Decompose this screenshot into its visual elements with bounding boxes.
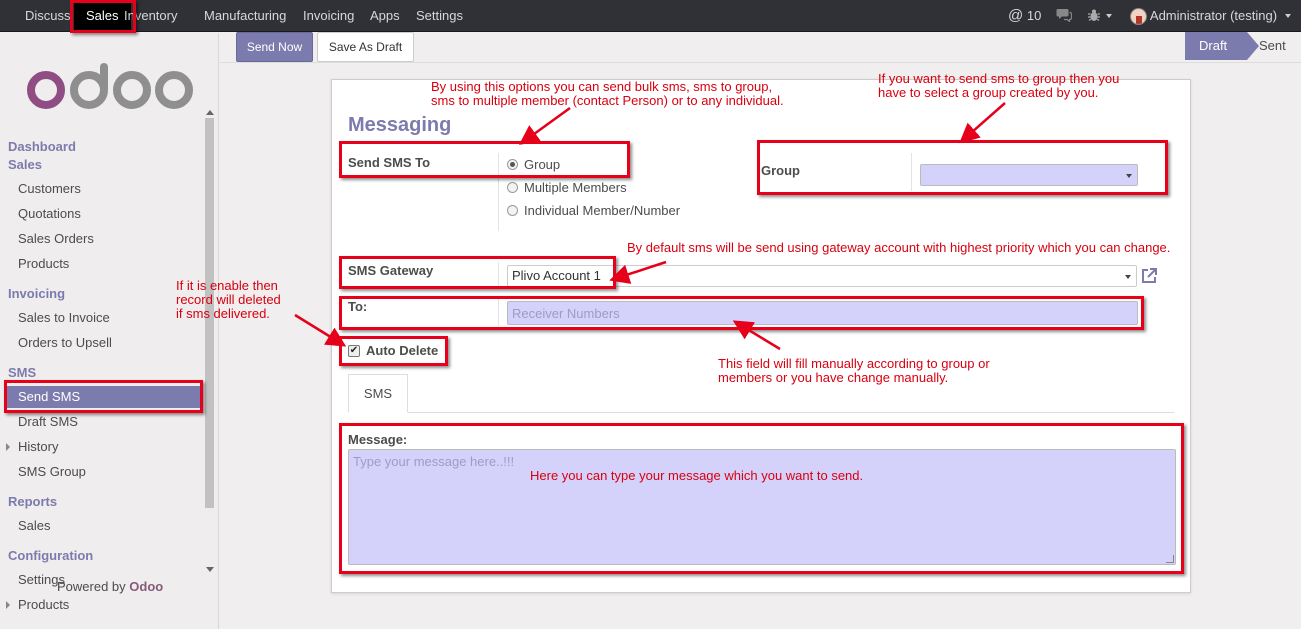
control-panel-divider — [220, 62, 1301, 63]
sidebar-item-reports-sales[interactable]: Sales — [18, 518, 51, 533]
odoo-logo — [26, 61, 194, 114]
debug-icon[interactable] — [1088, 0, 1112, 32]
radio-label-individual: Individual Member/Number — [524, 203, 681, 218]
menu-invoicing[interactable]: Invoicing — [303, 0, 354, 32]
form-title: Messaging — [348, 114, 452, 136]
note-delete-line3: if sms delivered. — [176, 306, 270, 321]
highlight-gateway — [339, 256, 616, 289]
user-menu[interactable]: Administrator (testing) — [1130, 0, 1291, 32]
sidebar-item-sms-group[interactable]: SMS Group — [18, 464, 86, 479]
scroll-up-icon[interactable] — [206, 110, 214, 115]
sidebar-item-quotations[interactable]: Quotations — [18, 206, 81, 221]
radio-multiple-members[interactable]: Multiple Members — [507, 180, 627, 195]
sidebar-item-sales-to-invoice[interactable]: Sales to Invoice — [18, 310, 110, 325]
sidebar-item-config-products[interactable]: Products — [18, 597, 69, 612]
mentions-indicator[interactable]: @ 10 — [1008, 0, 1041, 32]
note-gateway: By default sms will be send using gatewa… — [627, 240, 1171, 255]
at-icon: @ — [1008, 7, 1024, 24]
highlight-message — [339, 423, 1184, 574]
chat-icon[interactable] — [1056, 0, 1073, 32]
top-navbar: Discuss Sales Inventory Manufacturing In… — [0, 0, 1301, 32]
radio-label-multiple-members: Multiple Members — [524, 180, 627, 195]
expand-caret-icon[interactable] — [6, 601, 10, 609]
sidebar-section-reports: Reports — [8, 494, 58, 509]
sidebar-section-configuration: Configuration — [8, 548, 94, 563]
expand-caret-icon[interactable] — [6, 443, 10, 451]
radio-individual[interactable]: Individual Member/Number — [507, 203, 680, 218]
scroll-down-icon[interactable] — [206, 567, 214, 572]
note-auto-delete: If it is enable then record will deleted… — [176, 279, 281, 321]
sidebar-section-sales: Sales — [8, 157, 42, 172]
external-link-icon[interactable] — [1140, 267, 1158, 285]
highlight-send-sms — [4, 380, 203, 413]
note-delete-line2: record will deleted — [176, 292, 281, 307]
sidebar-item-sales-orders[interactable]: Sales Orders — [18, 231, 94, 246]
tab-divider — [348, 412, 1174, 413]
note-message: Here you can type your message which you… — [530, 468, 864, 483]
radio-icon — [507, 205, 518, 216]
note-options-line1: By using this options you can send bulk … — [431, 79, 773, 94]
chevron-down-icon — [1105, 14, 1112, 18]
note-options-line2: sms to multiple member (contact Person) … — [431, 93, 784, 108]
sidebar — [0, 33, 219, 629]
notification-count: 10 — [1026, 8, 1042, 23]
sidebar-item-customers[interactable]: Customers — [18, 181, 81, 196]
sidebar-item-history[interactable]: History — [18, 439, 58, 454]
note-to-line2: members or you have change manually. — [718, 370, 949, 385]
note-group-line1: If you want to send sms to group then yo… — [878, 71, 1120, 86]
sidebar-item-orders-to-upsell[interactable]: Orders to Upsell — [18, 335, 112, 350]
highlight-send-sms-to — [339, 141, 630, 178]
sidebar-item-draft-sms[interactable]: Draft SMS — [18, 414, 78, 429]
menu-manufacturing[interactable]: Manufacturing — [204, 0, 286, 32]
highlight-sales-menu — [70, 0, 136, 33]
avatar — [1130, 8, 1147, 26]
radio-icon — [507, 182, 518, 193]
menu-settings[interactable]: Settings — [416, 0, 463, 32]
status-sent[interactable]: Sent — [1259, 32, 1286, 60]
note-group: If you want to send sms to group then yo… — [878, 72, 1119, 100]
send-now-button[interactable]: Send Now — [236, 32, 313, 62]
powered-by: Powered by Odoo — [57, 579, 163, 594]
note-delete-line1: If it is enable then — [176, 278, 278, 293]
chevron-down-icon — [1125, 275, 1131, 279]
save-as-draft-button[interactable]: Save As Draft — [317, 32, 414, 62]
sidebar-item-products[interactable]: Products — [18, 256, 69, 271]
menu-apps[interactable]: Apps — [370, 0, 400, 32]
chevron-down-icon — [1284, 14, 1291, 18]
menu-discuss[interactable]: Discuss — [25, 0, 71, 32]
sidebar-section-sms: SMS — [8, 365, 37, 380]
note-group-line2: have to select a group created by you. — [878, 85, 1099, 100]
tab-sms[interactable]: SMS — [348, 374, 408, 413]
status-draft[interactable]: Draft — [1185, 32, 1259, 60]
powered-by-label: Powered by — [57, 579, 126, 594]
sidebar-section-invoicing: Invoicing — [8, 286, 66, 301]
highlight-group — [757, 140, 1168, 195]
highlight-to — [339, 296, 1144, 330]
highlight-auto-delete — [339, 336, 448, 366]
user-name: Administrator (testing) — [1149, 8, 1278, 23]
note-to: This field will fill manually according … — [718, 357, 990, 385]
powered-by-brand[interactable]: Odoo — [129, 579, 163, 594]
note-options: By using this options you can send bulk … — [431, 80, 784, 108]
note-to-line1: This field will fill manually according … — [718, 356, 990, 371]
sidebar-dashboard[interactable]: Dashboard — [8, 139, 76, 154]
